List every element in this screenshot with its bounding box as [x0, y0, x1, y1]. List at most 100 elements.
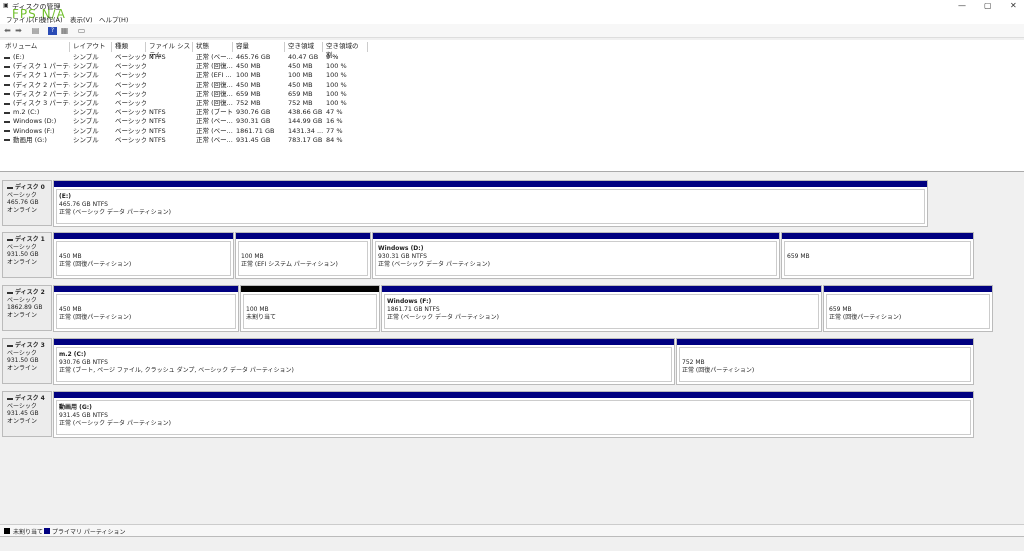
disk-icon: [7, 238, 13, 241]
disk-size: 931.50 GB: [7, 251, 39, 258]
view-icon[interactable]: ▦: [60, 27, 69, 35]
column-header-filesystem[interactable]: ファイル システム: [146, 42, 193, 59]
column-header-status[interactable]: 状態: [193, 42, 233, 52]
disk-status: オンライン: [7, 206, 38, 214]
partition-body: 752 MB 正常 (回復パーティション): [679, 347, 971, 382]
partition[interactable]: 659 MB: [781, 232, 974, 279]
partition-size: 100 MB: [241, 253, 264, 260]
disk-label[interactable]: ディスク 2 ベーシック 1862.89 GB オンライン: [2, 285, 52, 331]
close-button[interactable]: ✕: [1010, 1, 1017, 10]
partition[interactable]: 100 MB 正常 (EFI システム パーティション): [235, 232, 371, 279]
cell-type: ベーシック: [115, 53, 146, 61]
column-header-volume[interactable]: ボリューム: [2, 42, 70, 52]
forward-icon[interactable]: ➡: [14, 27, 23, 35]
cell-status: 正常 (回復...: [196, 80, 233, 89]
partition-size: 752 MB: [682, 359, 705, 366]
partition[interactable]: 100 MB 未割り当て: [240, 285, 380, 332]
partition-name: m.2 (C:): [59, 351, 87, 358]
cell-capacity: 450 MB: [236, 62, 261, 71]
cell-status: 正常 (ベー...: [196, 126, 233, 135]
partition[interactable]: 659 MB 正常 (回復パーティション): [823, 285, 993, 332]
partition[interactable]: 450 MB 正常 (回復パーティション): [53, 232, 234, 279]
cell-free-percent: 100 %: [326, 99, 347, 107]
column-header-type[interactable]: 種類: [112, 42, 146, 52]
column-header-capacity[interactable]: 容量: [233, 42, 285, 52]
cell-free-percent: 9 %: [326, 53, 339, 61]
partition-status: 正常 (回復パーティション): [682, 367, 755, 374]
partition-status: 正常 (EFI システム パーティション): [241, 261, 338, 268]
partition[interactable]: m.2 (C:) 930.76 GB NTFS 正常 (ブート, ページ ファイル,…: [53, 338, 675, 385]
cell-status: 正常 (ベー...: [196, 117, 233, 126]
cell-capacity: 100 MB: [236, 71, 261, 80]
cell-type: ベーシック: [115, 99, 146, 107]
column-header-free-percent[interactable]: 空き領域の割...: [323, 42, 368, 59]
partition-body: 動画用 (G:) 931.45 GB NTFS 正常 (ベーシック データ パーティ…: [56, 400, 971, 435]
cell-type: ベーシック: [115, 71, 146, 80]
column-header-layout[interactable]: レイアウト: [70, 42, 112, 52]
partition-bar: [677, 339, 973, 345]
disk-label[interactable]: ディスク 3 ベーシック 931.50 GB オンライン: [2, 338, 52, 384]
cell-layout: シンプル: [73, 89, 99, 98]
cell-capacity: 930.31 GB: [236, 117, 271, 126]
cell-free: 40.47 GB: [288, 53, 319, 61]
maximize-button[interactable]: ▢: [984, 1, 992, 10]
cell-volume: (ディスク 1 パーティシ...: [13, 62, 70, 71]
partition[interactable]: (E:) 465.76 GB NTFS 正常 (ベーシック データ パーティション): [53, 180, 928, 227]
disk-label[interactable]: ディスク 4 ベーシック 931.45 GB オンライン: [2, 391, 52, 437]
cell-status: 正常 (回復...: [196, 99, 233, 107]
properties-icon[interactable]: ▤: [31, 27, 40, 35]
partition[interactable]: 752 MB 正常 (回復パーティション): [676, 338, 974, 385]
legend-label-primary: プライマリ パーティション: [52, 529, 126, 536]
column-header-free[interactable]: 空き領域: [285, 42, 323, 52]
status-bar: [0, 538, 1024, 551]
cell-volume: (ディスク 3 パーティシ...: [13, 99, 70, 107]
partition[interactable]: 450 MB 正常 (回復パーティション): [53, 285, 239, 332]
help-icon[interactable]: ?: [48, 27, 57, 35]
partition-status: 正常 (回復パーティション): [59, 314, 132, 321]
partition-name: Windows (D:): [378, 245, 424, 252]
cell-free: 144.99 GB: [288, 117, 323, 126]
drive-icon: [4, 56, 10, 59]
drive-icon: [4, 102, 10, 105]
partition-size: 100 MB: [246, 306, 269, 313]
cell-free-percent: 100 %: [326, 80, 347, 89]
minimize-button[interactable]: —: [958, 1, 966, 10]
cell-type: ベーシック: [115, 135, 146, 144]
console-icon[interactable]: ▭: [77, 27, 86, 35]
partition-bar: [382, 286, 821, 292]
partition[interactable]: Windows (F:) 1861.71 GB NTFS 正常 (ベーシック データ…: [381, 285, 822, 332]
partition[interactable]: Windows (D:) 930.31 GB NTFS 正常 (ベーシック データ …: [372, 232, 780, 279]
menu-file[interactable]: ファイル(F): [6, 14, 41, 24]
disk-label[interactable]: ディスク 1 ベーシック 931.50 GB オンライン: [2, 232, 52, 278]
app-icon: ▣: [3, 2, 9, 9]
cell-capacity: 1861.71 GB: [236, 126, 275, 135]
disk-name: ディスク 3: [15, 342, 45, 349]
partition-size: 450 MB: [59, 253, 82, 260]
partition-name-empty: [682, 351, 968, 359]
menu-help[interactable]: ヘルプ(H): [99, 14, 128, 24]
partition[interactable]: 動画用 (G:) 931.45 GB NTFS 正常 (ベーシック データ パーティ…: [53, 391, 974, 438]
cell-layout: シンプル: [73, 71, 99, 80]
partition-size: 465.76 GB NTFS: [59, 201, 108, 208]
disk-label[interactable]: ディスク 0 ベーシック 465.76 GB オンライン: [2, 180, 52, 226]
partition-bar: [236, 233, 370, 239]
partition-bar: [54, 233, 233, 239]
drive-icon: [4, 130, 10, 133]
menu-view[interactable]: 表示(V): [70, 14, 93, 24]
partition-bar: [54, 181, 927, 187]
legend-swatch-primary: [44, 528, 50, 534]
menu-action[interactable]: 操作(A): [40, 14, 63, 24]
back-icon[interactable]: ⬅: [3, 27, 12, 35]
cell-type: ベーシック: [115, 89, 146, 98]
cell-volume: m.2 (C:): [13, 108, 40, 117]
drive-icon: [4, 139, 10, 142]
partition-body: (E:) 465.76 GB NTFS 正常 (ベーシック データ パーティション): [56, 189, 925, 224]
cell-free: 752 MB: [288, 99, 313, 107]
cell-status: 正常 (ベー...: [196, 135, 233, 144]
cell-status: 正常 (回復...: [196, 62, 233, 71]
partition-body: Windows (F:) 1861.71 GB NTFS 正常 (ベーシック データ…: [384, 294, 819, 329]
cell-type: ベーシック: [115, 80, 146, 89]
disk-type: ベーシック: [7, 191, 37, 199]
cell-layout: シンプル: [73, 117, 99, 126]
partition-name-empty: [59, 298, 233, 306]
